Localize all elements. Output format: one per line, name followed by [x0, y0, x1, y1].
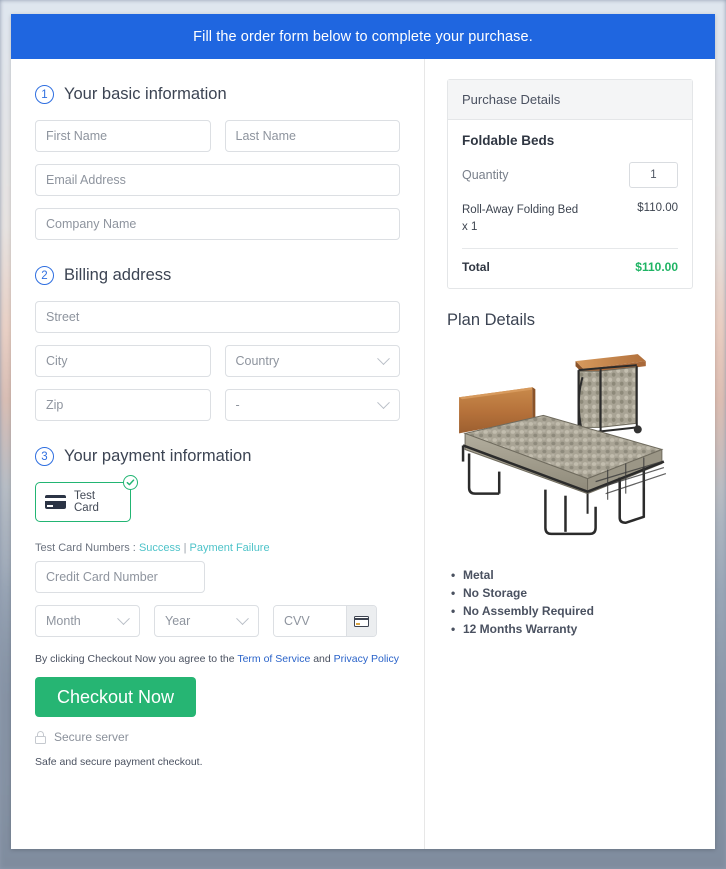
first-name-input[interactable]: [35, 120, 211, 152]
line-item-amount: $110.00: [637, 202, 678, 214]
credit-card-number-input[interactable]: [35, 561, 205, 593]
quantity-input[interactable]: [629, 162, 678, 188]
chevron-down-icon: [377, 395, 390, 409]
step-heading-payment-information: 3 Your payment information: [35, 447, 400, 466]
city-input[interactable]: [35, 345, 211, 377]
purchase-details-header: Purchase Details: [448, 80, 692, 120]
product-name: Foldable Beds: [462, 133, 555, 148]
credit-card-icon: [45, 495, 66, 509]
plan-details-title: Plan Details: [447, 311, 536, 330]
street-row: [35, 301, 400, 333]
summary-divider: [462, 248, 678, 250]
step-title-billing-address: Billing address: [64, 266, 172, 284]
body-columns: 1 Your basic information 2 Billing addre…: [11, 59, 715, 849]
test-card-failure-link[interactable]: Payment Failure: [190, 542, 270, 554]
test-card-success-link[interactable]: Success: [139, 542, 181, 554]
step-number-3: 3: [35, 447, 54, 466]
zip-input[interactable]: [35, 389, 211, 421]
quantity-row: Quantity: [462, 162, 678, 188]
terms-prefix: By clicking Checkout Now you agree to th…: [35, 653, 235, 665]
state-select[interactable]: -: [224, 389, 400, 421]
list-item: No Assembly Required: [451, 604, 693, 618]
step-heading-basic-information: 1 Your basic information: [35, 85, 400, 104]
last-name-input[interactable]: [224, 120, 400, 152]
city-country-row: Country: [35, 345, 400, 377]
folding-bed-image: [447, 341, 693, 558]
banner-text: Fill the order form below to complete yo…: [193, 28, 533, 45]
chevron-down-icon: [236, 611, 249, 625]
banner: Fill the order form below to complete yo…: [11, 14, 715, 59]
line-item-description: Roll-Away Folding Bed x 1: [462, 204, 579, 233]
terms-text: By clicking Checkout Now you agree to th…: [35, 653, 400, 665]
zip-state-row: -: [35, 389, 400, 421]
expiry-year-select[interactable]: Year: [154, 605, 259, 637]
test-card-numbers-label: Test Card Numbers :: [35, 542, 136, 554]
plan-features-list: Metal No Storage No Assembly Required 12…: [447, 568, 693, 636]
payment-method-label: Test Card: [74, 490, 99, 514]
purchase-details-body: Foldable Beds Quantity Roll-Away Folding…: [448, 120, 692, 288]
line-item-row: Roll-Away Folding Bed x 1 $110.00: [462, 202, 678, 235]
form-column: 1 Your basic information 2 Billing addre…: [11, 59, 425, 849]
credit-card-row: [35, 561, 400, 593]
total-label: Total: [462, 260, 490, 275]
list-item: 12 Months Warranty: [451, 622, 693, 636]
name-row: [35, 120, 400, 152]
email-row: [35, 164, 400, 196]
quantity-label: Quantity: [462, 168, 509, 182]
chevron-down-icon: [377, 351, 390, 365]
test-card-numbers-row: Test Card Numbers : Success | Payment Fa…: [35, 542, 400, 554]
payment-method-test-card[interactable]: Test Card: [35, 475, 138, 522]
checkout-now-button[interactable]: Checkout Now: [35, 677, 197, 717]
total-row: Total $110.00: [462, 260, 678, 274]
checkout-footnote: Safe and secure payment checkout.: [35, 756, 203, 768]
list-item: No Storage: [451, 586, 693, 600]
purchase-details-panel: Purchase Details Foldable Beds Quantity …: [447, 79, 693, 290]
secure-server-row: Secure server: [35, 730, 400, 744]
email-input[interactable]: [35, 164, 400, 196]
privacy-policy-link[interactable]: Privacy Policy: [334, 653, 399, 665]
lock-icon: [35, 730, 46, 744]
country-select-value: Country: [235, 354, 280, 368]
cvv-card-icon-addon: [346, 606, 376, 636]
cvv-input[interactable]: [274, 606, 346, 636]
total-amount: $110.00: [635, 260, 678, 275]
expiry-month-select[interactable]: Month: [35, 605, 140, 637]
step-heading-billing-address: 2 Billing address: [35, 266, 400, 285]
credit-card-icon: [354, 615, 369, 627]
state-select-value: -: [235, 398, 240, 412]
check-circle-icon: [123, 475, 138, 490]
secure-server-text: Secure server: [54, 730, 129, 744]
step-title-basic-information: Your basic information: [64, 85, 227, 103]
expiry-cvv-row: Month Year: [35, 605, 400, 637]
terms-middle: and: [313, 653, 331, 665]
step-title-payment-information: Your payment information: [64, 447, 252, 465]
list-item: Metal: [451, 568, 693, 582]
country-select[interactable]: Country: [224, 345, 400, 377]
summary-column: Purchase Details Foldable Beds Quantity …: [425, 59, 715, 849]
expiry-year-value: Year: [165, 614, 191, 628]
company-name-input[interactable]: [35, 208, 400, 240]
term-of-service-link[interactable]: Term of Service: [237, 653, 310, 665]
step-number-1: 1: [35, 85, 54, 104]
company-row: [35, 208, 400, 240]
street-input[interactable]: [35, 301, 400, 333]
step-number-2: 2: [35, 266, 54, 285]
chevron-down-icon: [117, 611, 130, 625]
expiry-month-value: Month: [46, 614, 81, 628]
link-separator: |: [183, 542, 187, 554]
cvv-field-group: [273, 605, 377, 637]
checkout-card: Fill the order form below to complete yo…: [11, 14, 715, 849]
